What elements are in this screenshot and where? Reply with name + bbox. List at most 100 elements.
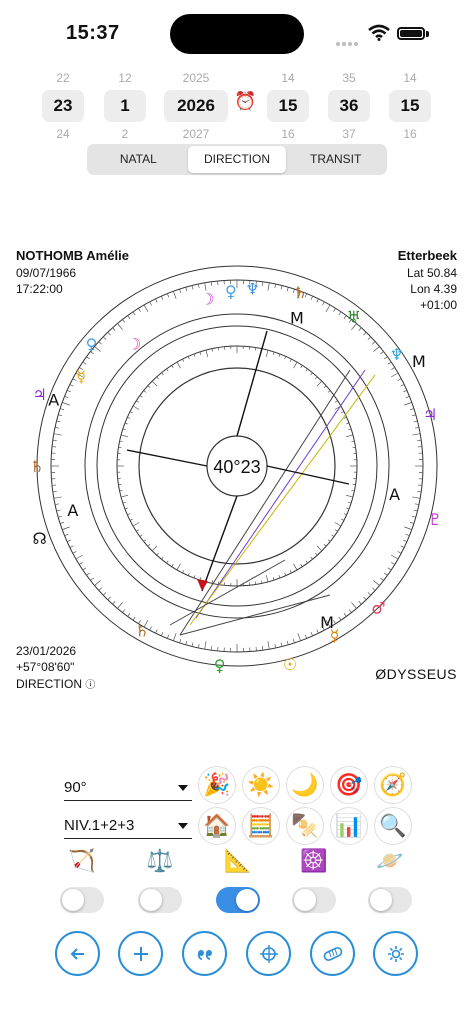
bar-chart-icon[interactable]: 📊 [330,807,368,845]
tick-mark [54,503,60,506]
tick-mark [149,301,152,306]
tick-mark [127,315,131,319]
magnifier-icon[interactable]: 🔍 [374,807,412,845]
picker-year[interactable]: 2025 2026 2027 [164,69,228,143]
crosshair-button[interactable] [246,931,291,976]
aspect-line [189,374,376,626]
tick-mark [367,336,372,340]
planet-glyph: ♅ [347,307,361,326]
tick-mark [387,567,392,571]
tick-mark [267,641,270,650]
signal-icon [336,33,360,46]
tick-mark [409,408,415,411]
tick-mark [211,348,214,352]
tick-mark [94,580,101,586]
tick-mark [293,563,298,571]
quote-button[interactable] [182,931,227,976]
tick-mark [187,572,190,576]
picker-minute[interactable]: 35 36 37 [328,69,370,143]
planet-glyph: ♀ [86,335,98,354]
picker-month-value: 1 [104,90,146,122]
tick-mark [315,552,318,556]
planet-glyph: ♀ [225,282,237,301]
tab-natal[interactable]: NATAL [89,146,188,173]
tick-mark [107,596,111,601]
toggle-4[interactable] [292,887,336,913]
tick-mark [316,545,323,552]
tick-mark [64,533,69,537]
tick-mark [127,613,131,617]
tick-mark [171,563,174,567]
toggle-3[interactable] [216,887,260,913]
tick-mark [182,358,185,362]
abacus-icon[interactable]: 🧮 [242,807,280,845]
aspect-select[interactable]: 90° [64,775,192,801]
tick-mark [292,638,295,644]
house-cusp-label: A [389,485,400,504]
brand-logo-mark: Ø [375,666,387,682]
toggle-2[interactable] [138,887,182,913]
add-button[interactable] [118,931,163,976]
moon-icon[interactable]: 🌙 [286,766,324,804]
tick-mark [171,365,174,369]
tick-mark [300,563,303,567]
tick-mark [404,402,412,406]
tick-mark [397,378,402,381]
direction-mode: DIRECTION ⓘ [16,676,95,691]
toggle-5[interactable] [368,887,412,913]
tick-mark [334,529,338,532]
pill-button[interactable] [310,931,355,976]
tick-mark [156,552,159,556]
tick-mark [161,632,164,637]
tab-direction[interactable]: DIRECTION [187,146,287,173]
alarm-clock-icon[interactable]: ⏰ [234,91,256,112]
tick-mark [348,428,352,431]
tick-mark [59,408,65,411]
picker-day[interactable]: 22 23 24 [42,69,84,143]
tick-mark [117,602,123,609]
picker-year-prev: 2025 [182,71,210,85]
sun-icon[interactable]: ☀️ [242,766,280,804]
tick-mark [351,440,355,443]
tick-mark [136,400,140,403]
back-button[interactable] [55,931,100,976]
level-select[interactable]: NIV.1+2+3 [64,813,192,839]
tick-mark [373,580,380,586]
chart-center-degree: 40°23 [213,457,260,477]
tick-mark [390,554,399,560]
tick-mark [417,439,422,442]
tab-transit[interactable]: TRANSIT [286,146,385,173]
picker-month[interactable]: 12 1 2 [104,69,146,143]
target-icon[interactable]: 🎯 [330,766,368,804]
picker-hour[interactable]: 14 15 16 [267,69,309,143]
compass-icon[interactable]: 🧭 [374,766,412,804]
tick-mark [372,341,376,345]
tick-mark [127,513,131,516]
tick-mark [403,390,408,393]
settings-button[interactable] [373,931,418,976]
tick-mark [363,331,367,336]
tick-mark [90,577,94,581]
info-circle-icon[interactable]: ⓘ [85,680,95,691]
tick-mark [120,434,128,438]
tick-mark [193,353,196,357]
picker-minute-next: 37 [342,127,356,141]
skewer-icon[interactable]: 🍢 [286,807,324,845]
tick-mark [310,372,313,376]
house-icon[interactable]: 🏠 [198,807,236,845]
balance-scale-icon: ⚖️ [146,848,174,873]
toggle-1[interactable] [60,887,104,913]
tick-mark [66,390,71,393]
tick-mark [403,539,408,542]
tick-mark [343,513,347,516]
tick-mark [122,319,126,323]
astro-chart-wheel[interactable]: ☽ ♀ ♆ ♄♅♆♃♇♂☿☉♀♄☊♄♃♀ ☽☿AMMAAM 40°23 [0,220,473,700]
picker-day-prev: 22 [56,71,70,85]
picker-second[interactable]: 14 15 16 [389,69,431,143]
tick-mark [417,490,422,493]
party-popper-icon[interactable]: 🎉 [198,766,236,804]
tick-mark [205,349,209,357]
planet-glyph: ♃ [32,385,46,404]
set-square-icon: 📐 [224,848,252,873]
tick-mark [191,642,194,647]
